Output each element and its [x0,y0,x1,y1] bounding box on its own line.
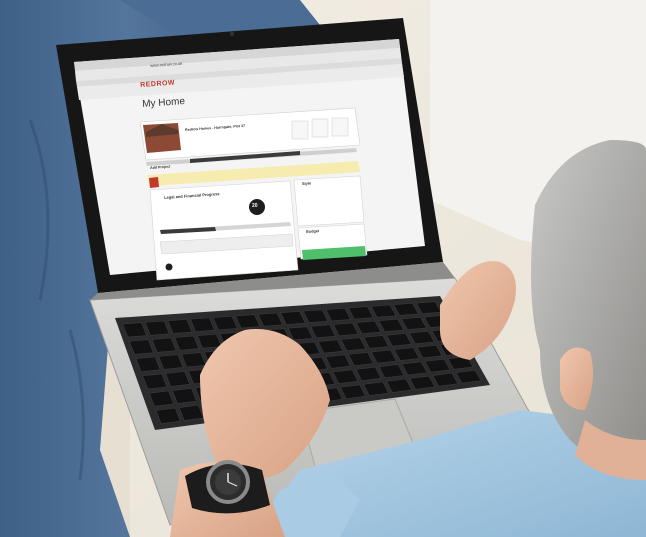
drop-icon-tile [331,117,349,137]
ear [560,347,594,410]
home-icon-tile [291,120,309,140]
phone-icon-tile [311,118,329,138]
style-card-title: Style [301,181,312,186]
alert-icon-box [149,177,159,188]
photo-scene [0,0,646,537]
instruction-icon [165,263,173,271]
stepper-number: 20 [252,203,258,209]
webcam [230,32,234,36]
